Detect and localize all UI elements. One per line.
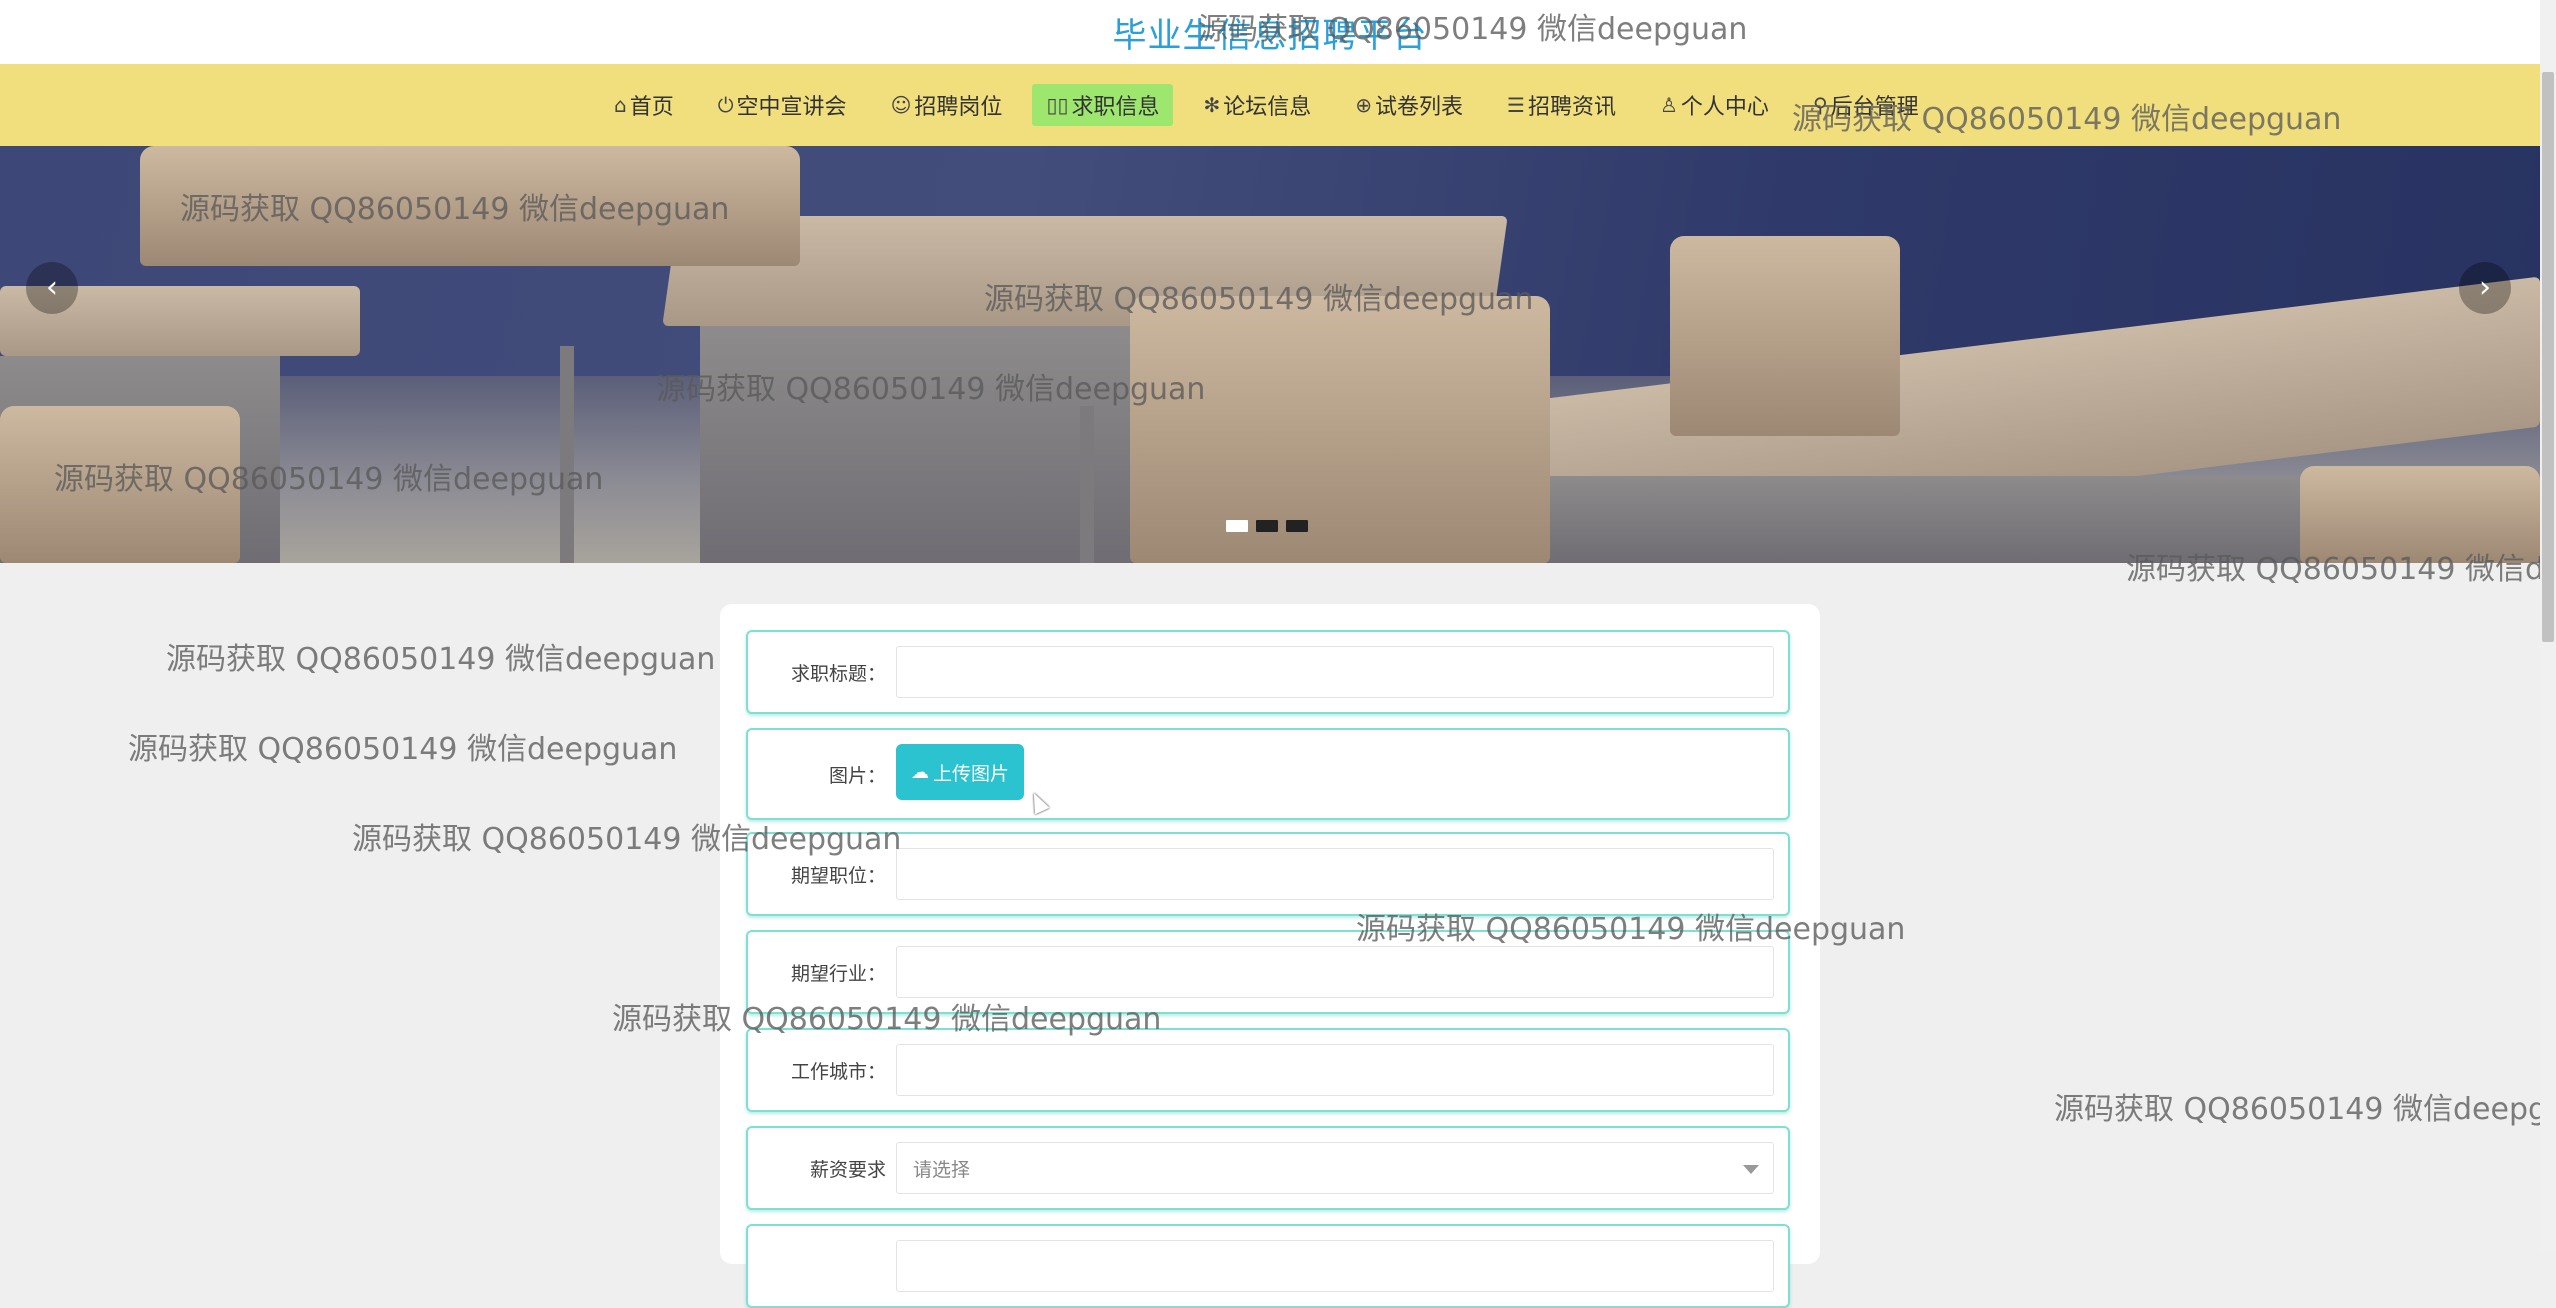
nav-item-label: 招聘岗位	[914, 95, 1003, 120]
nav-item-profile[interactable]: ♙ 个人中心	[1646, 84, 1783, 126]
field-label: 期望行业：	[790, 963, 886, 985]
field-label: 求职标题：	[790, 663, 886, 685]
nav-item-home[interactable]: ⌂ 首页	[600, 84, 688, 126]
site-title: 毕业生信息招聘平台	[1112, 16, 1428, 56]
watermark: 源码获取 QQ86050149 微信deepguan	[166, 642, 716, 677]
form-row-city: 工作城市：	[746, 1028, 1790, 1112]
nav-item-admin[interactable]: ⚲ 后台管理	[1799, 84, 1933, 126]
upload-image-button[interactable]: ☁ 上传图片	[896, 744, 1024, 800]
nav-item-label: 试卷列表	[1375, 95, 1464, 120]
title-input[interactable]	[896, 646, 1774, 698]
chair-shape	[2300, 466, 2540, 563]
carousel-dot[interactable]	[1226, 520, 1248, 532]
nav-item-air-lecture[interactable]: ⏻ 空中宣讲会	[704, 84, 861, 126]
link-icon: ⚲	[1812, 93, 1828, 117]
main-navbar: ⌂ 首页 ⏻ 空中宣讲会 ☺ 招聘岗位 ▯▯ 求职信息 ✻ 论坛信息 ⊕ 试卷列表 ☰ 招聘资…	[0, 64, 2540, 146]
carousel-dot[interactable]	[1256, 520, 1278, 532]
chair-shape	[0, 406, 240, 563]
chair-leg	[560, 346, 574, 563]
chevron-left-icon: ‹	[46, 270, 58, 305]
upload-button-label: 上传图片	[932, 762, 1009, 785]
salary-select-placeholder: 请选择	[913, 1158, 971, 1181]
next-input[interactable]	[896, 1240, 1774, 1292]
field-label: 薪资要求	[809, 1159, 886, 1181]
position-input[interactable]	[896, 848, 1774, 900]
field-label: 期望职位：	[790, 865, 886, 887]
chair-leg	[1080, 406, 1094, 563]
home-icon: ⌂	[614, 93, 627, 117]
power-icon: ⏻	[717, 93, 734, 117]
cloud-upload-icon: ☁	[910, 761, 929, 783]
nav-item-label: 求职信息	[1071, 95, 1160, 120]
form-row-next	[746, 1224, 1790, 1308]
nav-item-label: 论坛信息	[1223, 95, 1312, 120]
asterisk-icon: ✻	[1203, 93, 1221, 117]
nav-list: ⌂ 首页 ⏻ 空中宣讲会 ☺ 招聘岗位 ▯▯ 求职信息 ✻ 论坛信息 ⊕ 试卷列表 ☰ 招聘资…	[600, 84, 1949, 126]
resume-icon: ▯▯	[1046, 93, 1069, 117]
field-label: 工作城市：	[790, 1061, 886, 1083]
carousel-dot[interactable]	[1286, 520, 1308, 532]
nav-item-label: 首页	[629, 95, 674, 120]
watermark: 源码获取 QQ86050149 微信deepguan	[128, 732, 678, 767]
form-row-image: 图片： ☁ 上传图片	[746, 728, 1790, 820]
globe-icon: ⊕	[1355, 93, 1373, 117]
carousel-prev-button[interactable]: ‹	[26, 262, 78, 314]
scrollbar-thumb[interactable]	[2542, 72, 2554, 642]
city-input[interactable]	[896, 1044, 1774, 1096]
nav-item-jobs[interactable]: ☺ 招聘岗位	[877, 84, 1017, 126]
watermark: 源码获取 QQ86050149 微信deepguan	[2054, 1092, 2556, 1127]
nav-item-forum[interactable]: ✻ 论坛信息	[1189, 84, 1325, 126]
carousel-next-button[interactable]: ›	[2459, 262, 2511, 314]
carousel-indicators	[1226, 520, 1308, 532]
nav-item-label: 个人中心	[1680, 95, 1769, 120]
site-header: 毕业生信息招聘平台	[0, 0, 2540, 64]
salary-select[interactable]: 请选择	[896, 1142, 1774, 1194]
chair-shape	[140, 146, 800, 266]
nav-item-exam-list[interactable]: ⊕ 试卷列表	[1341, 84, 1477, 126]
field-label: 图片：	[828, 765, 886, 787]
form-row-industry: 期望行业：	[746, 930, 1790, 1014]
nav-item-label: 后台管理	[1830, 95, 1919, 120]
banner-carousel: ‹ ›	[0, 146, 2540, 563]
form-row-position: 期望职位：	[746, 832, 1790, 916]
nav-item-job-seeking[interactable]: ▯▯ 求职信息	[1032, 84, 1174, 126]
nav-item-news[interactable]: ☰ 招聘资讯	[1493, 84, 1630, 126]
nav-item-label: 空中宣讲会	[736, 95, 847, 120]
chair-shape	[1670, 236, 1900, 436]
form-row-salary: 薪资要求 请选择	[746, 1126, 1790, 1210]
form-row-title: 求职标题：	[746, 630, 1790, 714]
chevron-down-icon	[1743, 1165, 1759, 1174]
job-seeking-form: 求职标题： 图片： ☁ 上传图片 期望职位： 期望行业： 工作城市： 薪资要求 请…	[720, 604, 1820, 1308]
industry-input[interactable]	[896, 946, 1774, 998]
face-icon: ☺	[890, 93, 912, 117]
nav-item-label: 招聘资讯	[1527, 95, 1616, 120]
sliders-icon: ☰	[1507, 93, 1525, 117]
chevron-right-icon: ›	[2479, 270, 2491, 305]
chair-shape	[1130, 296, 1550, 563]
user-icon: ♙	[1659, 93, 1678, 117]
